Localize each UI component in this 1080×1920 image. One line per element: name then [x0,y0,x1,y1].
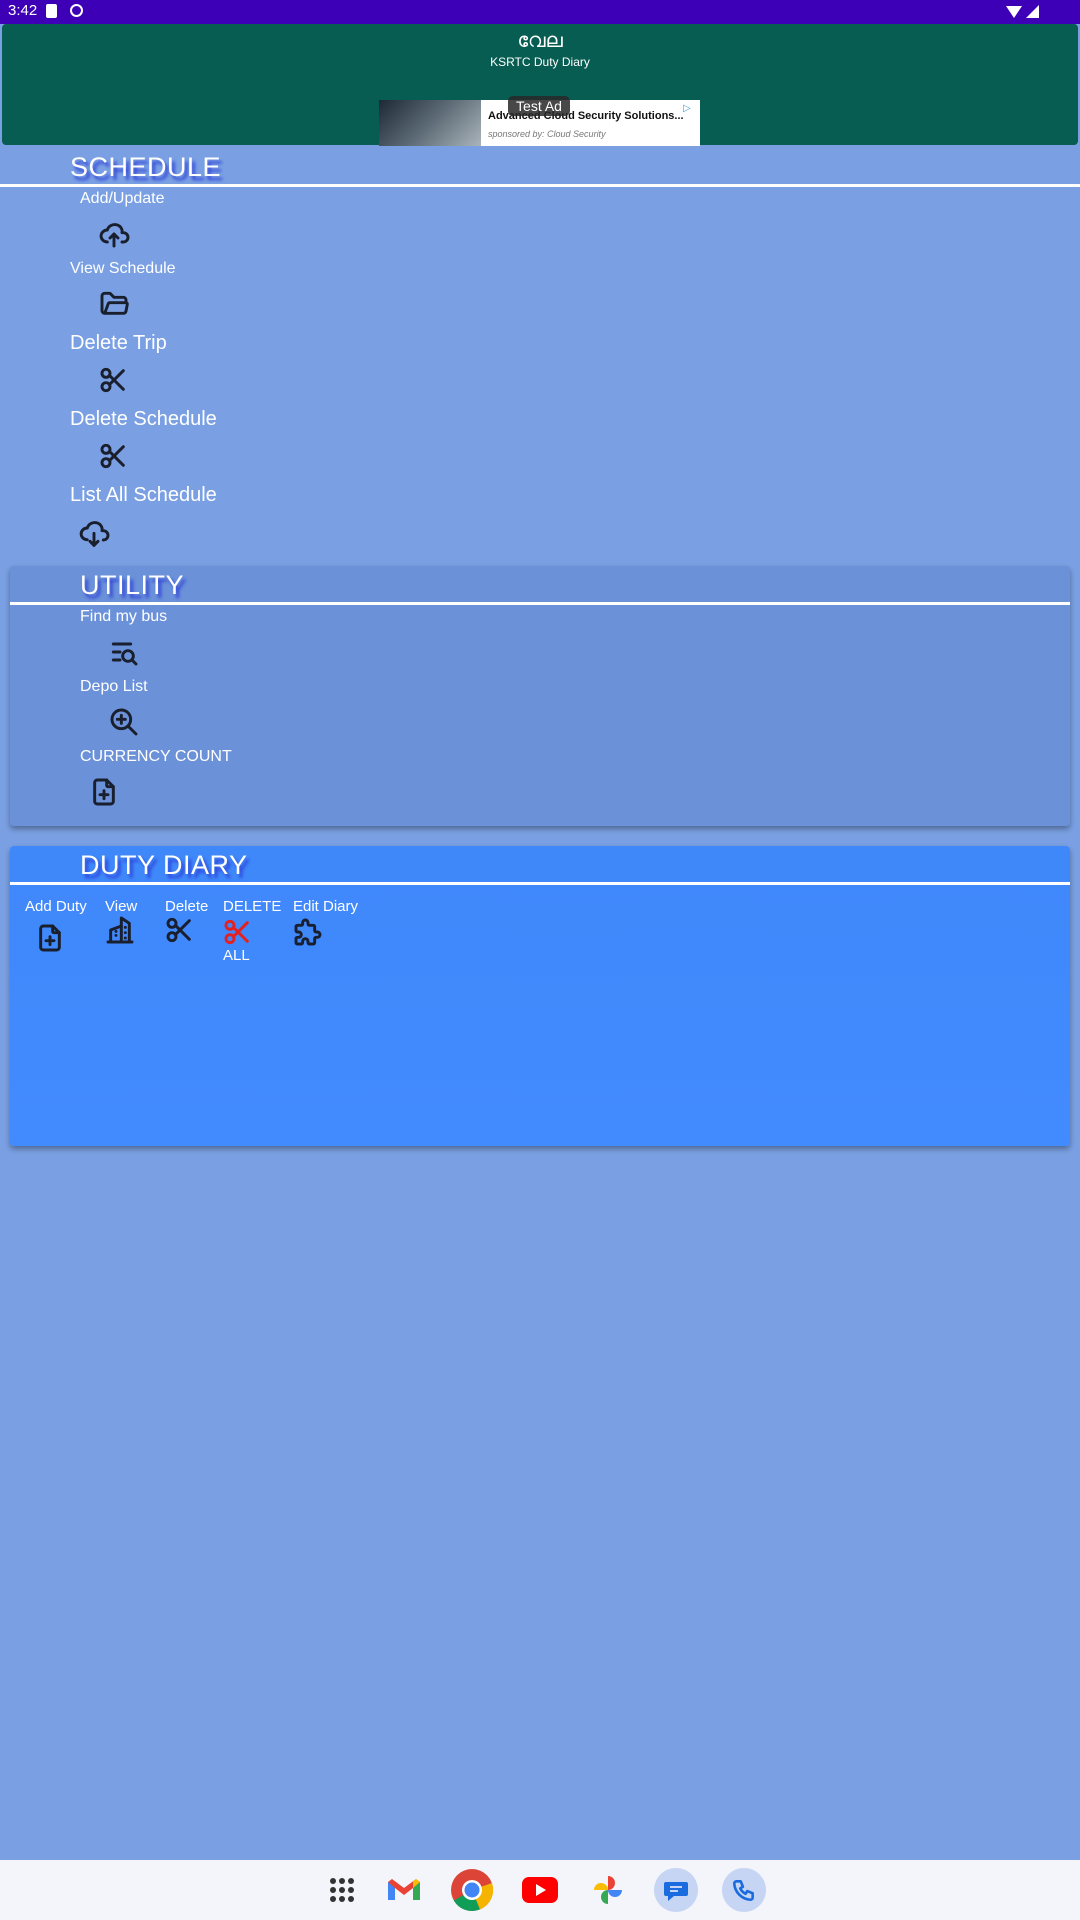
sync-icon [70,4,83,17]
youtube-icon[interactable] [518,1868,562,1912]
depo-list-label: Depo List [80,678,148,695]
apps-grid-icon[interactable] [320,1868,364,1912]
section-title-schedule: SCHEDULE [70,152,222,182]
scissors-icon[interactable] [222,916,254,948]
delete-label: Delete [165,898,209,915]
ad-sponsor: sponsored by: Cloud Security [488,129,606,139]
cloud-upload-icon[interactable] [98,218,130,250]
section-title-duty-diary: DUTY DIARY [80,850,248,880]
test-ad-badge: Test Ad [508,96,570,116]
chrome-icon[interactable] [450,1868,494,1912]
section-divider [10,882,1070,885]
add-duty-label: Add Duty [25,898,87,915]
building-icon[interactable] [104,914,136,946]
adchoices-icon[interactable]: ▷ [683,103,691,114]
utility-card [10,566,1070,826]
delete-trip-label: Delete Trip [70,332,167,354]
status-time: 3:42 [8,2,38,19]
status-bar: 3:42 [0,0,1080,24]
zoom-in-icon[interactable] [108,706,140,738]
section-title-utility: UTILITY [80,570,185,600]
delete-all-label: DELETE [223,898,282,915]
scissors-icon[interactable] [98,364,130,396]
sim-card-icon [46,4,57,18]
app-title: വേല [517,30,563,52]
delete-all-label-line2: ALL [223,947,250,964]
currency-count-label: CURRENCY COUNT [80,748,232,765]
file-plus-icon[interactable] [88,776,120,808]
list-search-icon[interactable] [108,636,140,668]
phone-icon[interactable] [722,1868,766,1912]
file-plus-icon[interactable] [34,922,66,954]
taskbar [0,1860,1080,1920]
find-my-bus-label: Find my bus [80,608,168,625]
delete-schedule-label: Delete Schedule [70,408,217,430]
scissors-icon[interactable] [164,914,196,946]
duty-diary-card [10,846,1070,1146]
edit-diary-label: Edit Diary [293,898,359,915]
add-update-label: Add/Update [80,190,165,207]
folder-open-icon[interactable] [98,288,130,320]
cloud-download-icon[interactable] [78,516,110,548]
messages-icon[interactable] [654,1868,698,1912]
view-label: View [105,898,138,915]
wifi-icon [1006,6,1022,18]
app-subtitle: KSRTC Duty Diary [490,55,590,69]
puzzle-icon[interactable] [292,916,324,948]
photos-icon[interactable] [586,1868,630,1912]
section-divider [0,184,1080,187]
ad-image [379,100,481,146]
section-divider [10,602,1070,605]
gmail-icon[interactable] [382,1868,426,1912]
cell-signal-icon [1026,5,1039,18]
list-all-schedule-label: List All Schedule [70,484,217,506]
view-schedule-label: View Schedule [70,260,176,277]
scissors-icon[interactable] [98,440,130,472]
